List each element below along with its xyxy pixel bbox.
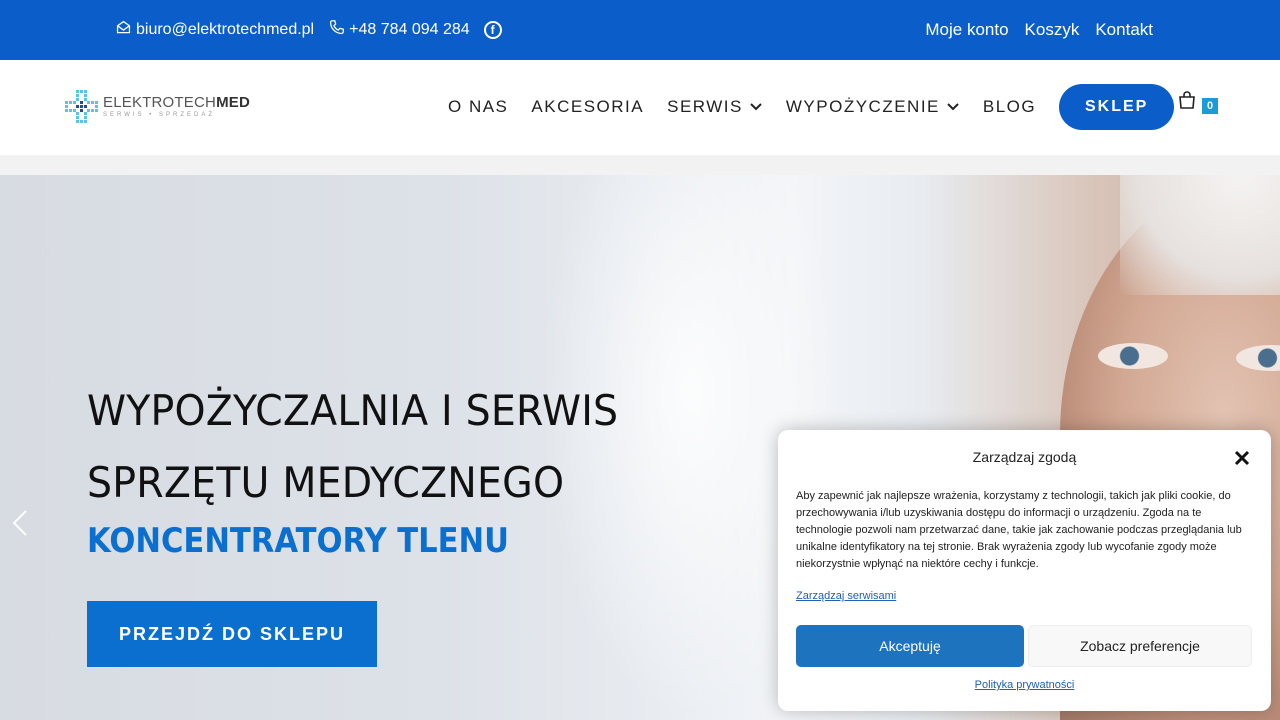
nav-item-blog[interactable]: BLOG [983,97,1036,117]
main-header: ELEKTROTECHMED SERWIS • SPRZEDAŻ O NAS A… [0,60,1280,155]
chevron-down-icon [947,103,959,111]
cart-link[interactable]: Koszyk [1025,20,1080,40]
logo-cross-icon [65,90,98,123]
cart-count-badge: 0 [1202,98,1218,114]
nav-item-label: SERWIS [667,97,743,116]
nav-item-wypozyczenie[interactable]: WYPOŻYCZENIE [786,97,960,117]
shop-button[interactable]: SKLEP [1059,84,1175,130]
chevron-down-icon [750,103,762,111]
cookie-consent-dialog: Zarządzaj zgodą Aby zapewnić jak najleps… [778,430,1271,711]
top-bar: biuro@elektrotechmed.pl +48 784 094 284 … [0,0,1280,60]
envelope-icon [115,19,132,41]
nav-item-label: BLOG [982,97,1037,116]
slider-prev-arrow[interactable] [12,509,28,542]
phone-text: +48 784 094 284 [349,21,470,38]
hero-title-line1: WYPOŻYCZALNIA I SERWIS [87,386,619,435]
view-preferences-button[interactable]: Zobacz preferencje [1028,625,1252,667]
manage-services-link[interactable]: Zarządzaj serwisami [796,590,896,602]
hero-photo-hair [1120,175,1280,295]
email-link[interactable]: biuro@elektrotechmed.pl [115,19,314,41]
nav-item-akcesoria[interactable]: AKCESORIA [531,97,644,117]
nav-item-label: O NAS [448,97,509,116]
my-account-link[interactable]: Moje konto [925,20,1008,40]
phone-link[interactable]: +48 784 094 284 [328,19,470,41]
chevron-left-icon [12,510,27,536]
site-logo[interactable]: ELEKTROTECHMED SERWIS • SPRZEDAŻ [63,88,250,124]
contact-link[interactable]: Kontakt [1095,20,1153,40]
hero-title: WYPOŻYCZALNIA I SERWIS SPRZĘTU MEDYCZNEG… [87,375,745,519]
logo-text-bold: MED [216,94,250,111]
shopping-bag-icon [1179,91,1195,109]
main-nav: O NAS AKCESORIA SERWIS WYPOŻYCZENIE BLOG… [448,84,1175,130]
email-text: biuro@elektrotechmed.pl [136,21,315,38]
consent-description: Aby zapewnić jak najlepsze wrażenia, kor… [796,490,1242,570]
nav-item-o-nas[interactable]: O NAS [448,97,508,117]
facebook-icon[interactable]: f [483,21,502,39]
privacy-policy-link[interactable]: Polityka prywatności [778,679,1271,691]
hero-subtitle: KONCENTRATORY TLENU [87,521,510,561]
logo-text-light: ELEKTROTECH [103,94,217,111]
go-to-shop-button[interactable]: PRZEJDŹ DO SKLEPU [87,601,377,667]
top-bar-links: Moje konto Koszyk Kontakt [925,0,1153,60]
phone-icon [328,19,345,41]
nav-item-label: AKCESORIA [531,97,645,116]
top-bar-contacts: biuro@elektrotechmed.pl +48 784 094 284 … [115,0,502,60]
close-icon[interactable] [1232,448,1252,468]
consent-title: Zarządzaj zgodą [972,449,1077,465]
logo-text: ELEKTROTECHMED [103,94,250,111]
accept-button[interactable]: Akceptuję [796,625,1024,667]
header-divider-strip [0,155,1280,175]
nav-item-label: WYPOŻYCZENIE [785,97,940,116]
hero-photo-eye [1098,343,1168,369]
hero-title-line2: SPRZĘTU MEDYCZNEGO [87,458,565,507]
logo-tagline: SERWIS • SPRZEDAŻ [103,112,215,118]
nav-item-serwis[interactable]: SERWIS [667,97,763,117]
header-cart[interactable]: 0 [1177,90,1218,115]
